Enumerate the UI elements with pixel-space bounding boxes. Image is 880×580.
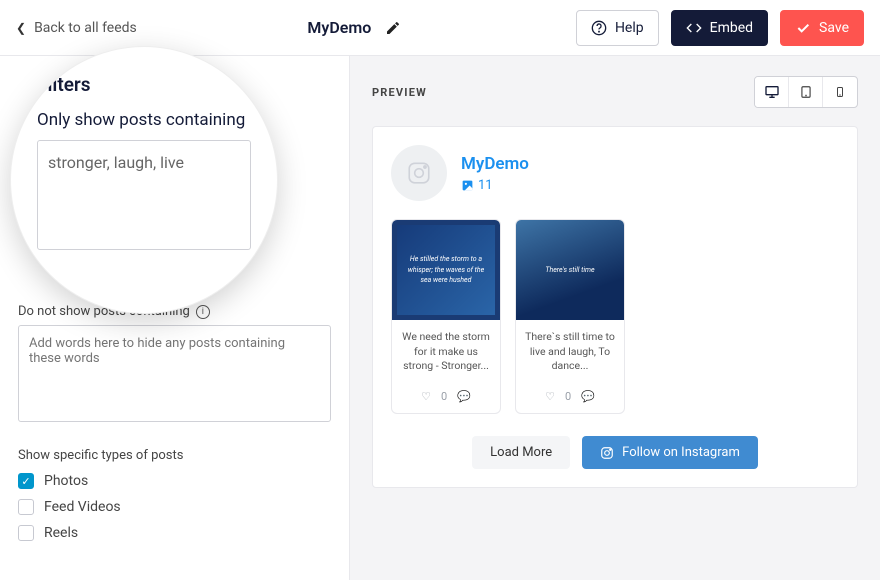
types-heading: Show specific types of posts xyxy=(18,448,331,463)
include-textarea[interactable] xyxy=(37,140,251,250)
preview-header: PREVIEW xyxy=(372,76,858,108)
desktop-icon[interactable] xyxy=(755,77,789,107)
post-thumbnail: There's still time xyxy=(516,220,624,320)
feed-title: MyDemo xyxy=(307,18,371,37)
help-label: Help xyxy=(615,20,644,36)
exclude-textarea[interactable] xyxy=(18,325,331,422)
type-row-reels[interactable]: Reels xyxy=(18,525,331,541)
post-count: 11 xyxy=(478,178,493,193)
post-footer: ♡ 0 💬 xyxy=(392,384,500,413)
help-button[interactable]: Help xyxy=(576,10,659,46)
avatar xyxy=(391,145,447,201)
mobile-icon[interactable] xyxy=(823,77,857,107)
checkbox-icon[interactable] xyxy=(18,525,34,541)
type-label: Reels xyxy=(44,525,78,541)
title-area: MyDemo xyxy=(149,16,564,40)
profile-meta: 11 xyxy=(461,178,529,193)
embed-button[interactable]: Embed xyxy=(671,10,768,46)
post-card[interactable]: There's still time There`s still time to… xyxy=(515,219,625,414)
preview-actions: Load More Follow on Instagram xyxy=(391,436,839,469)
magnifier-overlay: Filters Only show posts containing xyxy=(10,46,278,314)
info-icon[interactable]: i xyxy=(196,305,210,319)
type-row-photos[interactable]: Photos xyxy=(18,473,331,489)
type-row-feed-videos[interactable]: Feed Videos xyxy=(18,499,331,515)
embed-label: Embed xyxy=(710,20,753,36)
comment-icon[interactable]: 💬 xyxy=(581,390,595,403)
heart-icon[interactable]: ♡ xyxy=(421,390,431,403)
chevron-left-icon: ❮ xyxy=(16,21,26,35)
post-thumbnail: He stilled the storm to a whisper; the w… xyxy=(392,220,500,320)
post-card[interactable]: He stilled the storm to a whisper; the w… xyxy=(391,219,501,414)
save-label: Save xyxy=(819,20,849,36)
follow-label: Follow on Instagram xyxy=(622,445,740,460)
profile-header: MyDemo 11 xyxy=(391,145,839,201)
include-label: Only show posts containing xyxy=(37,110,251,130)
device-toggle xyxy=(754,76,858,108)
post-caption: We need the storm for it make us strong … xyxy=(392,320,500,384)
back-label: Back to all feeds xyxy=(34,20,137,36)
checkbox-icon[interactable] xyxy=(18,473,34,489)
heart-icon[interactable]: ♡ xyxy=(545,390,555,403)
save-button[interactable]: Save xyxy=(780,10,864,46)
comment-icon[interactable]: 💬 xyxy=(457,390,471,403)
post-caption: There`s still time to live and laugh, To… xyxy=(516,320,624,384)
preview-panel: PREVIEW MyDemo 11 xyxy=(350,56,880,580)
like-count: 0 xyxy=(441,390,447,403)
checkbox-icon[interactable] xyxy=(18,499,34,515)
pencil-icon[interactable] xyxy=(381,16,405,40)
tablet-icon[interactable] xyxy=(789,77,823,107)
like-count: 0 xyxy=(565,390,571,403)
preview-card: MyDemo 11 He stilled the storm to a whis… xyxy=(372,126,858,488)
load-more-button[interactable]: Load More xyxy=(472,436,570,469)
filters-heading: Filters xyxy=(37,73,251,96)
follow-button[interactable]: Follow on Instagram xyxy=(582,436,758,469)
preview-label: PREVIEW xyxy=(372,86,427,99)
profile-name[interactable]: MyDemo xyxy=(461,154,529,174)
back-link[interactable]: ❮ Back to all feeds xyxy=(16,20,137,36)
type-label: Photos xyxy=(44,473,88,489)
posts-grid: He stilled the storm to a whisper; the w… xyxy=(391,219,839,414)
post-footer: ♡ 0 💬 xyxy=(516,384,624,413)
type-label: Feed Videos xyxy=(44,499,121,515)
